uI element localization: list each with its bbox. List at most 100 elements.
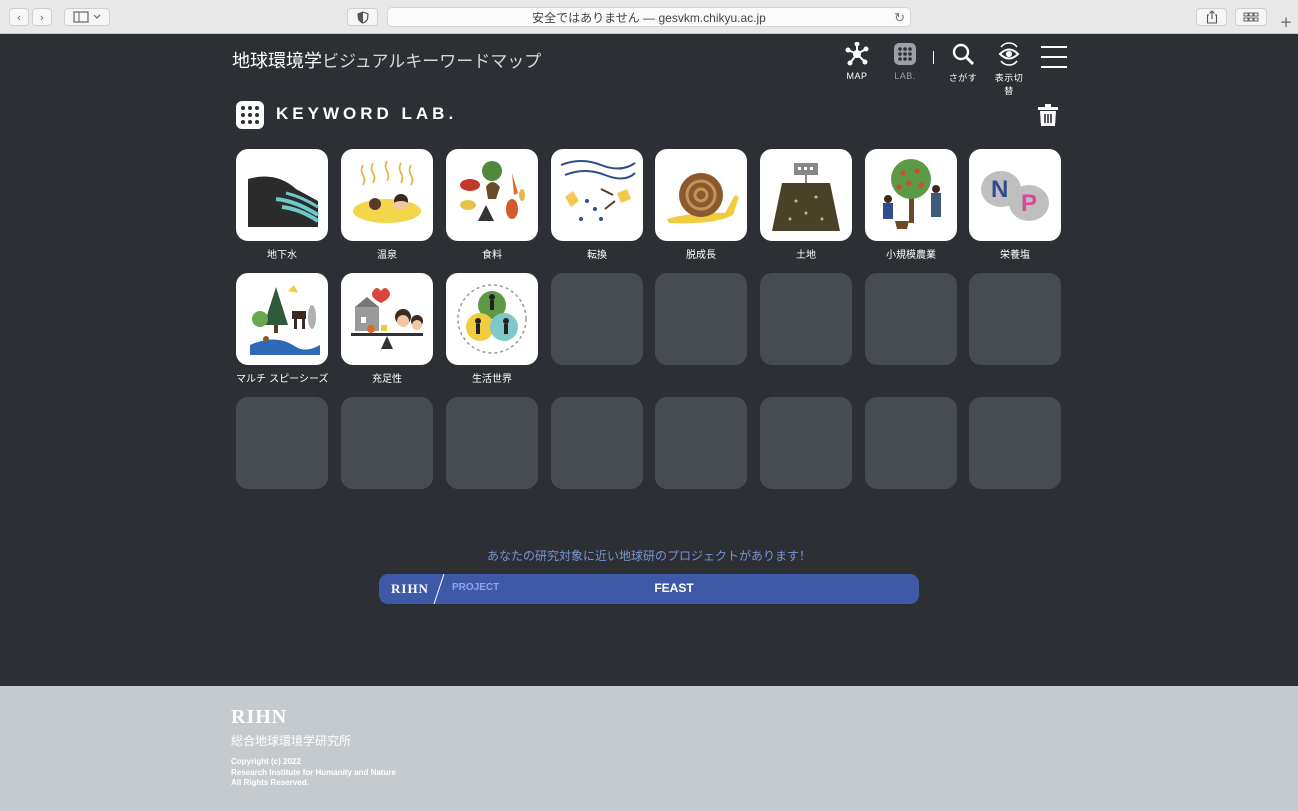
site-title-main: 地球環境学 (232, 51, 322, 72)
project-notice: あなたの研究対象に近い地球研のプロジェクトがあります！ (486, 549, 811, 563)
land-icon (772, 163, 840, 231)
map-network-icon (845, 41, 869, 66)
empty-keyword-slot (655, 397, 747, 489)
keyword-label: 充足性 (372, 374, 402, 385)
snail-icon (667, 173, 739, 224)
keyword-tile-groundwater[interactable] (236, 149, 328, 241)
grid-dots-icon (894, 43, 916, 65)
chevron-right-icon: › (39, 10, 45, 24)
copyright-line: Research Institute for Humanity and Natu… (231, 767, 396, 777)
tabs-grid-icon (1243, 12, 1259, 22)
keyword-tile-land[interactable] (760, 149, 852, 241)
keyword-label: 小規模農業 (886, 250, 936, 261)
nav-lab[interactable]: LAB. (890, 42, 920, 81)
empty-keyword-slot (969, 273, 1061, 365)
address-text: 安全ではありません — gesvkm.chikyu.ac.jp (532, 10, 766, 25)
address-bar[interactable]: 安全ではありません — gesvkm.chikyu.ac.jp ↻ (387, 7, 911, 27)
keyword-tile-sufficiency[interactable] (341, 273, 433, 365)
empty-keyword-slot (760, 397, 852, 489)
keyword-tile-food[interactable] (446, 149, 538, 241)
privacy-report-button[interactable] (347, 8, 378, 26)
keyword-label: 栄養塩 (1000, 250, 1030, 261)
footer: RIHN 総合地球環境学研究所 Copyright (c) 2022 Resea… (0, 686, 1298, 811)
empty-keyword-slot (341, 397, 433, 489)
share-button[interactable] (1196, 8, 1227, 26)
keyword-tile-multispecies[interactable] (236, 273, 328, 365)
empty-keyword-slot (236, 397, 328, 489)
empty-keyword-slot (865, 397, 957, 489)
copyright-line: All Rights Reserved. (231, 778, 309, 787)
forward-button[interactable]: › (32, 8, 52, 26)
keyword-label: 脱成長 (686, 250, 716, 261)
nav-divider (933, 51, 934, 64)
food-icon (460, 161, 525, 221)
keyword-label: 土地 (796, 250, 816, 261)
lab-grid-icon (236, 101, 264, 129)
groundwater-icon (248, 176, 320, 227)
site-title-sub: ビジュアルキーワードマップ (322, 52, 542, 72)
project-name: FEAST (654, 581, 694, 595)
keyword-label: 転換 (587, 250, 607, 261)
footer-logo[interactable]: RIHN (231, 706, 287, 729)
shield-icon (356, 10, 369, 24)
site-title[interactable]: 地球環境学ビジュアルキーワードマップ (232, 47, 541, 73)
nav-map-label: MAP (846, 71, 868, 81)
empty-keyword-slot (446, 397, 538, 489)
chevron-left-icon: ‹ (16, 10, 22, 24)
keyword-tile-nutrients[interactable]: NP (969, 149, 1061, 241)
keyword-label: 食料 (482, 250, 502, 261)
menu-button[interactable] (1041, 45, 1067, 69)
footer-institute-name: 総合地球環境学研究所 (231, 734, 352, 748)
keyword-tile-transition[interactable] (551, 149, 643, 241)
nav-search[interactable]: さがす (948, 42, 978, 84)
empty-keyword-slot (865, 273, 957, 365)
nav-map[interactable]: MAP (843, 41, 871, 81)
empty-keyword-slot (551, 273, 643, 365)
transition-icon (560, 160, 636, 221)
lifeworld-icon (457, 284, 527, 354)
trash-button[interactable] (1037, 103, 1059, 127)
lab-title: KEYWORD LAB. (276, 104, 458, 123)
nav-view-toggle[interactable]: 表示切替 (992, 42, 1026, 97)
share-icon (1206, 10, 1217, 24)
empty-keyword-slot (655, 273, 747, 365)
nav-search-label: さがす (948, 73, 978, 83)
sidebar-toggle-button[interactable] (64, 8, 110, 26)
keyword-label: 温泉 (377, 250, 397, 261)
sidebar-icon (73, 11, 101, 23)
empty-keyword-slot (551, 397, 643, 489)
new-tab-button[interactable]: + (1276, 13, 1296, 31)
keyword-tile-degrowth[interactable] (655, 149, 747, 241)
keyword-label: 地下水 (267, 250, 297, 261)
keyword-label: マルチ スピーシーズ (236, 374, 328, 385)
keyword-tile-lifeworld[interactable] (446, 273, 538, 365)
trash-icon (1038, 104, 1058, 126)
small-farming-icon (883, 159, 941, 229)
plus-icon: + (1279, 13, 1293, 31)
svg-text:N: N (991, 176, 1008, 203)
sufficiency-icon (351, 288, 423, 349)
project-banner[interactable]: RIHN PROJECT FEAST (379, 574, 919, 604)
copyright-line: Copyright (c) 2022 (231, 757, 301, 766)
svg-text:P: P (1021, 190, 1037, 217)
keyword-label: 生活世界 (472, 374, 512, 385)
hamburger-line (1041, 46, 1067, 48)
tab-overview-button[interactable] (1235, 8, 1267, 26)
view-toggle-icon (998, 42, 1020, 66)
hamburger-line (1041, 66, 1067, 68)
footer-copyright: Copyright (c) 2022 Research Institute fo… (231, 757, 396, 789)
hot-spring-icon (353, 160, 421, 223)
nav-view-toggle-label: 表示切替 (994, 73, 1024, 96)
search-icon (952, 43, 974, 65)
browser-toolbar: ‹ › 安全ではありません — gesvkm.chikyu.ac.jp ↻ + (0, 0, 1298, 34)
reload-icon[interactable]: ↻ (894, 10, 905, 26)
nutrients-np-icon: NP (981, 171, 1049, 221)
back-button[interactable]: ‹ (9, 8, 29, 26)
empty-keyword-slot (760, 273, 852, 365)
keyword-tile-hot-spring[interactable] (341, 149, 433, 241)
multispecies-icon (250, 285, 320, 355)
keyword-tile-small-farming[interactable] (865, 149, 957, 241)
hamburger-line (1041, 56, 1067, 58)
nav-lab-label: LAB. (894, 71, 916, 81)
empty-keyword-slot (969, 397, 1061, 489)
